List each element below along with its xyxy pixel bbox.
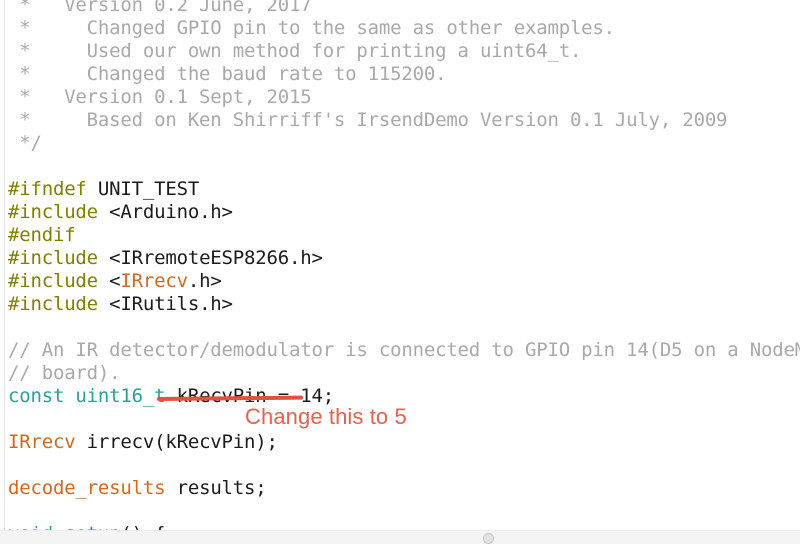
code-token: #include [8, 247, 98, 269]
code-line: // board). [8, 362, 121, 385]
code-token: */ [8, 132, 42, 154]
code-line: #include <IRutils.h> [8, 293, 233, 316]
code-line: #endif [8, 224, 76, 247]
code-line: IRrecv irrecv(kRecvPin); [8, 431, 278, 454]
code-line: * Version 0.2 June, 2017 [8, 0, 311, 17]
code-token: #include [8, 270, 98, 292]
horizontal-scrollbar[interactable] [0, 530, 800, 544]
code-token: #endif [8, 224, 76, 246]
code-line: decode_results results; [8, 477, 267, 500]
code-token: * Version 0.1 Sept, 2015 [8, 86, 312, 108]
code-line: */ [8, 132, 42, 155]
code-line: * Used our own method for printing a uin… [8, 40, 581, 63]
code-token: // An IR detector/demodulator is connect… [8, 339, 800, 361]
code-token: * Version 0.2 June, 2017 [8, 0, 312, 16]
annotation-label: Change this to 5 [245, 404, 407, 429]
code-line: #include <Arduino.h> [8, 201, 233, 224]
code-token: #include [8, 201, 98, 223]
code-token: < [97, 270, 121, 292]
code-line: #ifndef UNIT_TEST [8, 178, 199, 201]
code-token: <IRutils.h> [97, 293, 233, 315]
code-token: * Based on Ken Shirriff's IrsendDemo Ver… [8, 109, 728, 131]
code-token: const uint16_t [8, 385, 166, 407]
code-token: UNIT_TEST [86, 178, 200, 200]
code-text-area[interactable]: * Version 0.2 June, 2017 * Changed GPIO … [0, 0, 800, 531]
code-token: irrecv(kRecvPin); [75, 431, 278, 453]
code-line: * Version 0.1 Sept, 2015 [8, 86, 311, 109]
code-token: // board). [8, 362, 121, 384]
code-line: #include <IRremoteESP8266.h> [8, 247, 323, 270]
code-token: <IRremoteESP8266.h> [97, 247, 323, 269]
code-token: #include [8, 293, 98, 315]
horizontal-scrollbar-grip[interactable] [483, 533, 494, 544]
code-line: // An IR detector/demodulator is connect… [8, 339, 800, 362]
code-token: * Used our own method for printing a uin… [8, 40, 582, 62]
code-line: * Based on Ken Shirriff's IrsendDemo Ver… [8, 109, 727, 132]
code-token: results; [165, 477, 267, 499]
code-token: * Changed the baud rate to 115200. [8, 63, 447, 85]
code-token: .h> [187, 270, 222, 292]
code-editor-view: * Version 0.2 June, 2017 * Changed GPIO … [0, 0, 800, 544]
code-line: * Changed GPIO pin to the same as other … [8, 17, 615, 40]
code-token: IRrecv [8, 431, 76, 453]
code-token: IRrecv [120, 270, 188, 292]
code-token: <Arduino.h> [97, 201, 233, 223]
code-line: * Changed the baud rate to 115200. [8, 63, 446, 86]
code-token: * Changed GPIO pin to the same as other … [8, 17, 615, 39]
code-line: #include <IRrecv.h> [8, 270, 222, 293]
code-token: decode_results [8, 477, 166, 499]
code-token: #ifndef [8, 178, 87, 200]
